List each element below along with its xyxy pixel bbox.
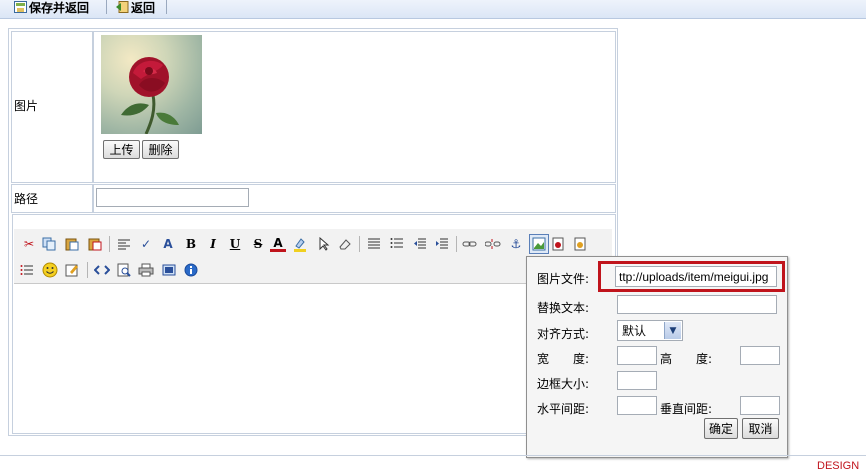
toolbar-separator	[456, 236, 457, 252]
italic-icon[interactable]: I	[205, 236, 221, 252]
cut-icon[interactable]: ✂	[21, 236, 37, 252]
return-label: 返回	[131, 0, 156, 15]
hspace-input[interactable]	[617, 396, 657, 415]
toolbar-divider	[166, 0, 167, 14]
delete-button[interactable]: 删除	[142, 140, 179, 159]
paste-text-icon[interactable]	[87, 236, 103, 252]
path-label: 路径	[14, 192, 39, 206]
fullscreen-icon[interactable]	[161, 262, 177, 278]
paste-icon[interactable]	[64, 236, 80, 252]
toolbar-separator	[109, 236, 110, 252]
emoticon-icon[interactable]	[42, 262, 58, 278]
bulleted-list-icon[interactable]	[19, 262, 35, 278]
font-size-icon[interactable]: A	[160, 236, 176, 252]
border-size-label: 边框大小:	[537, 377, 590, 391]
vspace-label: 垂直间距:	[660, 402, 713, 416]
footer-brand: DESIGN	[817, 460, 860, 472]
vspace-input[interactable]	[740, 396, 780, 415]
justify-left-icon[interactable]	[366, 236, 382, 252]
list-icon[interactable]	[389, 236, 405, 252]
align-select[interactable]: 默认 ▼	[617, 320, 683, 341]
return-button[interactable]: 返回	[116, 0, 156, 15]
format-icon[interactable]	[116, 236, 132, 252]
save-icon	[14, 1, 27, 13]
anchor-icon[interactable]: ⚓	[508, 236, 524, 252]
image-file-label: 图片文件:	[537, 272, 590, 286]
select-icon[interactable]	[316, 236, 332, 252]
width-label: 宽 度:	[537, 352, 590, 366]
border-size-input[interactable]	[617, 371, 657, 390]
print-icon[interactable]	[138, 262, 154, 278]
copy-icon[interactable]	[41, 236, 57, 252]
return-icon	[116, 1, 129, 13]
edit-icon[interactable]	[64, 262, 80, 278]
strikethrough-icon[interactable]: S	[250, 236, 266, 252]
annotation-highlight-box	[598, 261, 785, 292]
toolbar-divider	[106, 0, 107, 14]
top-toolbar: 保存并返回 返回	[0, 0, 866, 19]
save-return-label: 保存并返回	[29, 0, 90, 15]
alt-text-input[interactable]	[617, 295, 777, 314]
alt-text-label: 替换文本:	[537, 301, 590, 315]
highlight-icon[interactable]	[292, 236, 308, 252]
image-label: 图片	[14, 99, 39, 113]
height-input[interactable]	[740, 346, 780, 365]
save-return-button[interactable]: 保存并返回	[14, 0, 90, 15]
media-icon[interactable]	[572, 236, 588, 252]
footer-divider	[0, 455, 866, 456]
width-input[interactable]	[617, 346, 657, 365]
source-icon[interactable]	[94, 262, 110, 278]
upload-button[interactable]: 上传	[103, 140, 140, 159]
indent-icon[interactable]	[434, 236, 450, 252]
font-color-icon[interactable]: A	[270, 236, 286, 252]
align-select-value: 默认	[622, 324, 647, 338]
preview-icon[interactable]	[116, 262, 132, 278]
toolbar-separator	[359, 236, 360, 252]
path-input[interactable]	[96, 188, 249, 207]
flash-icon[interactable]	[550, 236, 566, 252]
bold-icon[interactable]: B	[183, 236, 199, 252]
outdent-icon[interactable]	[412, 236, 428, 252]
align-label: 对齐方式:	[537, 327, 590, 341]
image-icon[interactable]	[529, 234, 549, 254]
cancel-button[interactable]: 取消	[742, 418, 779, 439]
link-icon[interactable]	[462, 236, 478, 252]
chevron-down-icon[interactable]: ▼	[664, 322, 681, 339]
rose-photo	[101, 35, 202, 134]
hspace-label: 水平间距:	[537, 402, 590, 416]
ok-button[interactable]: 确定	[704, 418, 738, 439]
unlink-icon[interactable]	[485, 236, 501, 252]
underline-icon[interactable]: U	[227, 236, 243, 252]
eraser-icon[interactable]	[337, 236, 353, 252]
about-icon[interactable]	[183, 262, 199, 278]
spellcheck-icon[interactable]: ✓	[138, 236, 154, 252]
toolbar-separator	[87, 262, 88, 278]
height-label: 高 度:	[660, 352, 713, 366]
